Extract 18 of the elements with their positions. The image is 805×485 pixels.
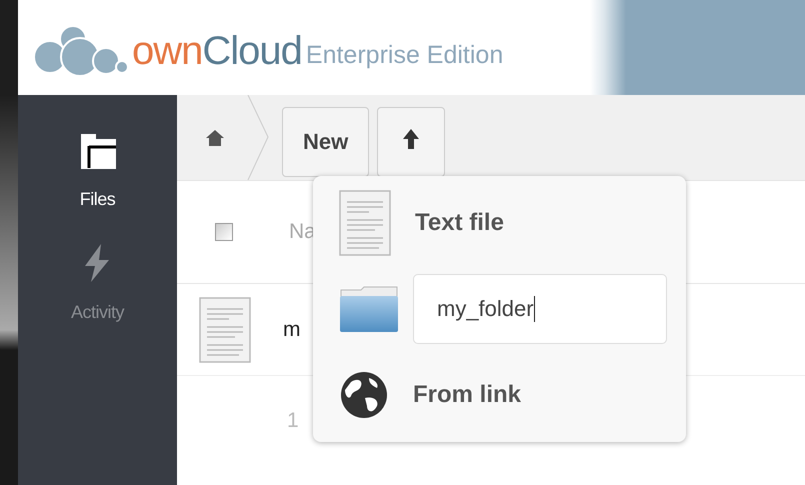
- document-icon: [199, 296, 251, 362]
- logo-text: ownCloud: [132, 29, 302, 74]
- globe-icon: [339, 370, 389, 420]
- folder-icon: [339, 284, 399, 334]
- breadcrumb-separator-icon: [246, 95, 270, 180]
- file-count: 1: [287, 409, 299, 433]
- new-button[interactable]: New: [282, 107, 370, 177]
- upload-arrow-icon: [402, 128, 420, 150]
- menu-item[interactable]: From link: [313, 359, 686, 431]
- folder-name-field[interactable]: my_folder: [413, 274, 667, 344]
- document-icon: [339, 190, 391, 256]
- menu-item[interactable]: Text file: [313, 187, 686, 259]
- edition-label: Enterprise Edition: [306, 41, 504, 70]
- sidebar-item[interactable]: Files: [78, 131, 118, 210]
- select-all-checkbox[interactable]: [215, 223, 233, 241]
- home-icon: [204, 128, 224, 146]
- upload-button[interactable]: [377, 107, 446, 177]
- file-name[interactable]: m: [283, 318, 300, 342]
